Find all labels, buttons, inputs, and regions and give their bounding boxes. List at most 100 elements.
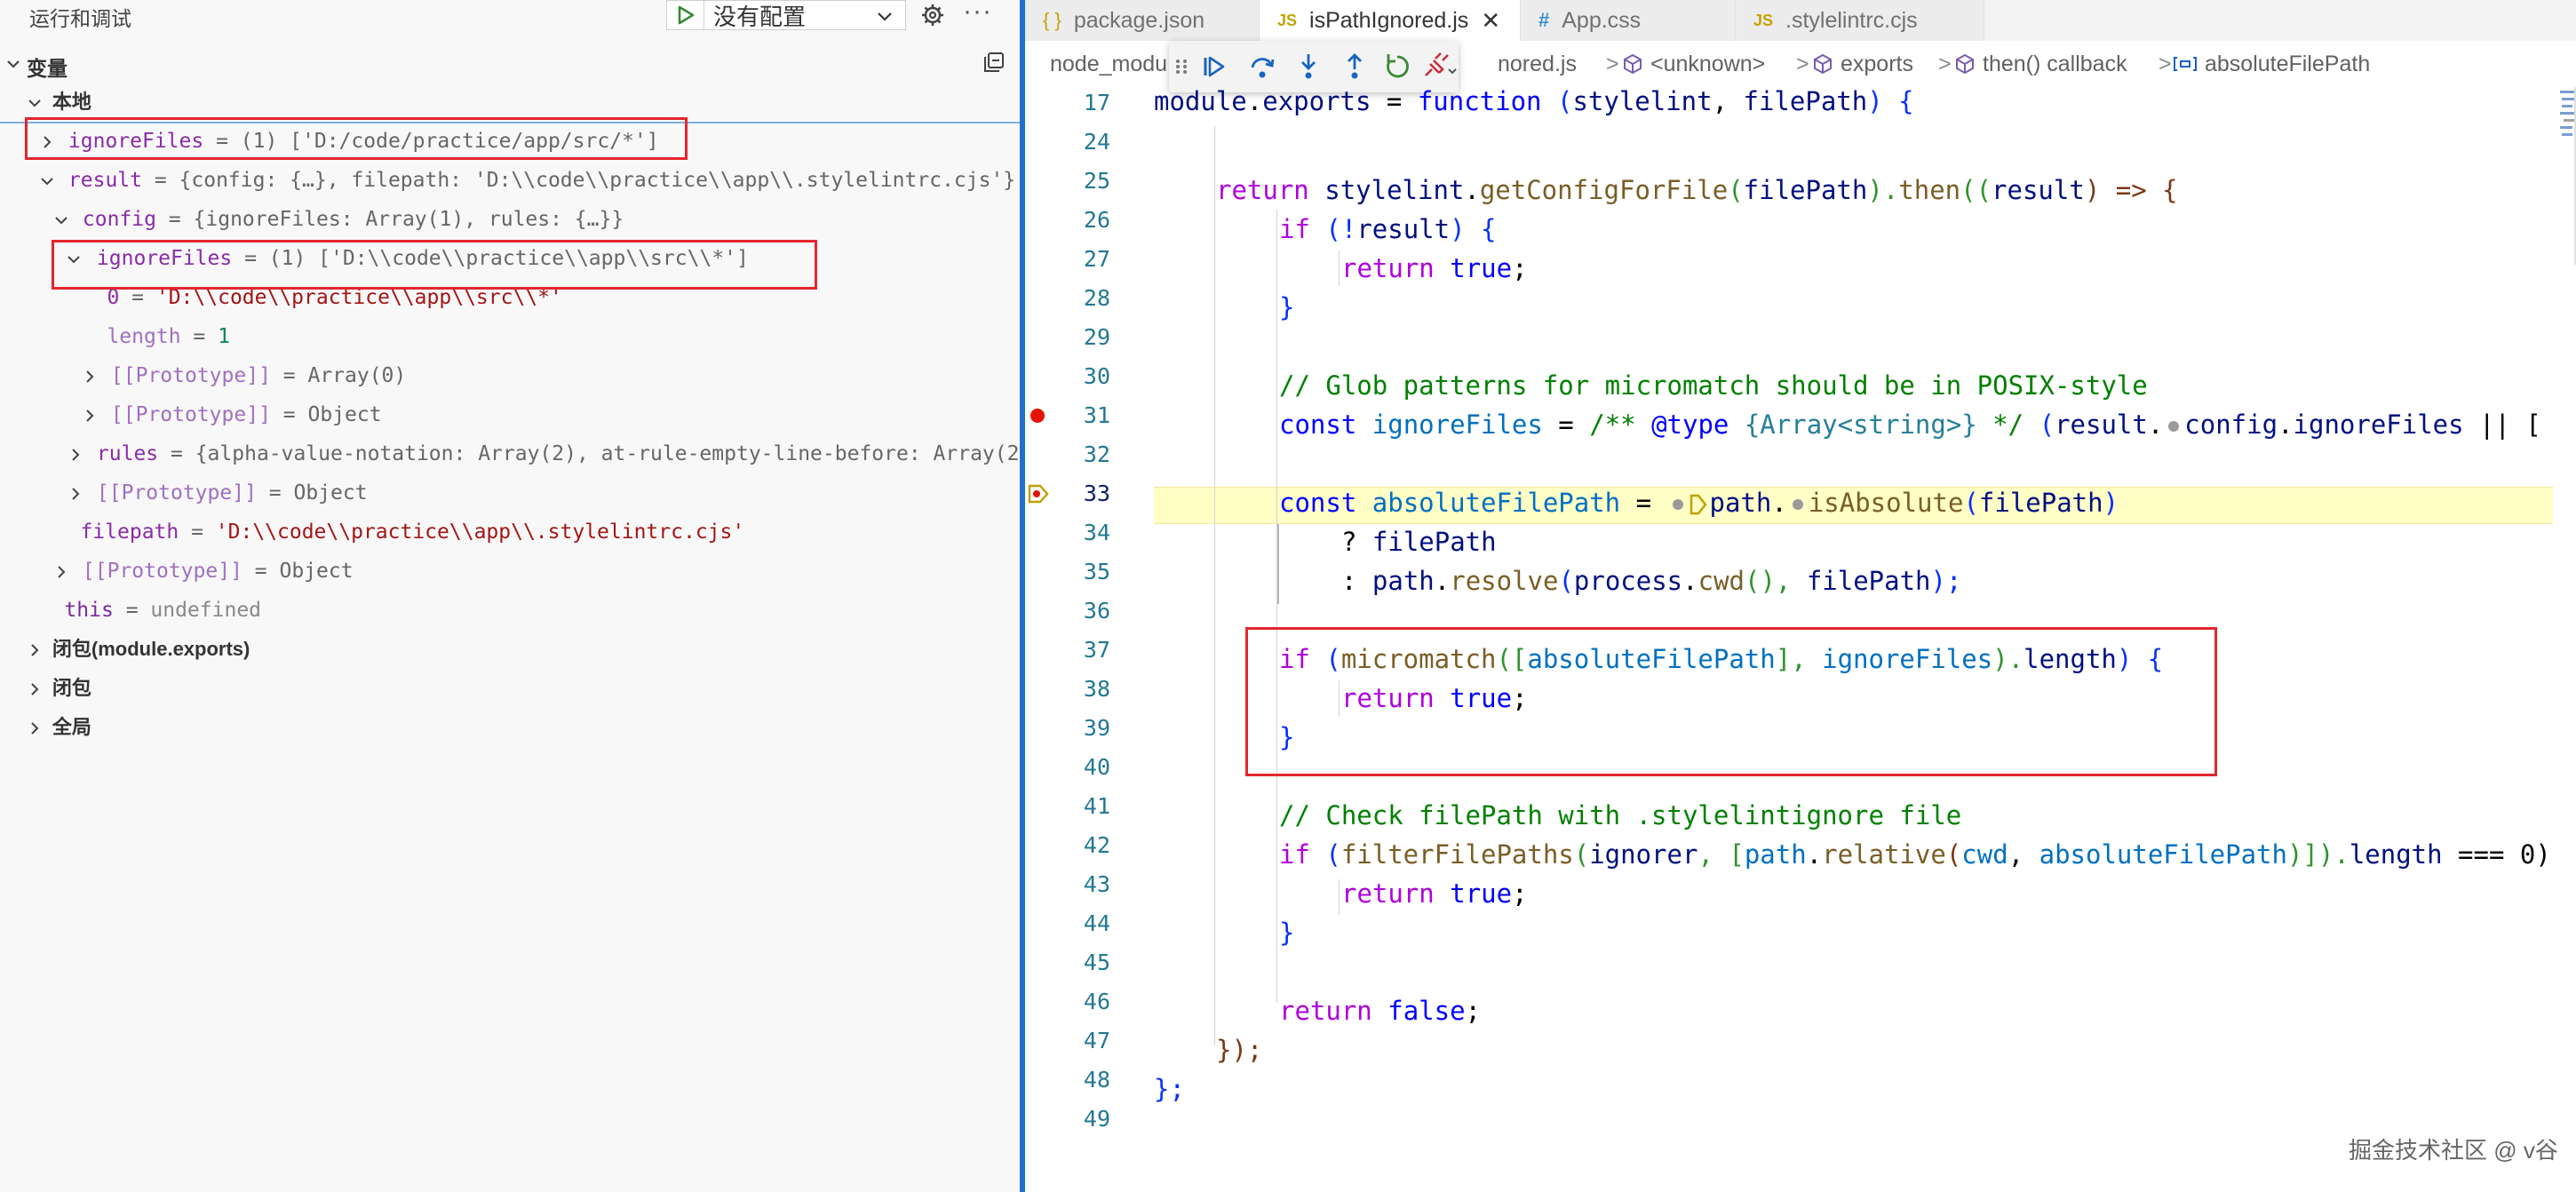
chevron-down-icon — [27, 84, 43, 120]
variable-name: ignoreFiles — [68, 130, 204, 153]
variable-ignorefiles[interactable]: ignoreFiles = (1) ['D:/code/practice/app… — [0, 123, 1020, 159]
chevron-right-icon — [68, 436, 83, 472]
chevron-right-icon — [82, 358, 98, 393]
tab-app-css[interactable]: # App.css — [1521, 0, 1736, 41]
js-file-icon: JS — [1277, 11, 1298, 29]
variable-name: 0 — [107, 286, 120, 309]
close-icon[interactable]: ✕ — [1481, 7, 1500, 35]
variable-prototype-object[interactable]: [[Prototype]] = Object — [0, 397, 1020, 433]
tab-ispathignored-js[interactable]: JS isPathIgnored.js ✕ — [1260, 0, 1521, 41]
minimap[interactable] — [2558, 87, 2576, 265]
collapse-all-icon[interactable] — [982, 51, 1006, 74]
variable-result[interactable]: result = {config: {…}, filepath: 'D:\\co… — [0, 163, 1020, 198]
chevron-down-icon — [53, 202, 69, 237]
variable-value: 1 — [218, 325, 230, 348]
breadcrumb-item[interactable]: <unknown> — [1650, 52, 1765, 77]
breadcrumb-item[interactable]: then() callback — [1983, 52, 2127, 77]
tab-label: .stylelintrc.cjs — [1785, 7, 1918, 33]
breadcrumb-separator: > — [1606, 52, 1619, 76]
line-number[interactable]: 24 — [1057, 123, 1110, 162]
chevron-right-icon — [68, 475, 83, 511]
variable-name: rules — [96, 442, 159, 465]
tab-package-json[interactable]: { } package.json — [1025, 0, 1260, 41]
tab-label: isPathIgnored.js — [1309, 7, 1469, 33]
code-line-39: } — [1279, 722, 1295, 752]
code-line-27: return true; — [1341, 253, 1528, 283]
chevron-right-icon — [27, 710, 43, 745]
breadcrumb-item[interactable]: absoluteFilePath — [2205, 52, 2370, 77]
restart-icon[interactable] — [1382, 52, 1412, 82]
debug-panel-header: 运行和调试 没有配置 ··· — [0, 0, 1020, 30]
scope-local[interactable]: 本地 — [0, 84, 1020, 120]
variable-config-prototype[interactable]: [[Prototype]] = Object — [0, 475, 1020, 511]
chevron-down-icon — [878, 12, 892, 21]
breadcrumb-item[interactable]: nored.js — [1498, 52, 1577, 77]
scope-global[interactable]: 全局 — [0, 710, 1020, 745]
variable-rules[interactable]: rules = {alpha-value-notation: Array(2),… — [0, 436, 1020, 472]
code-line-17: module.exports = function (stylelint, fi… — [1154, 86, 1914, 116]
continue-icon[interactable] — [1199, 52, 1229, 82]
breadcrumb-item[interactable]: node_modu — [1050, 52, 1167, 77]
code-line-42: if (filterFilePaths(ignorer, [path.relat… — [1279, 839, 2551, 870]
code-line-48: }; — [1154, 1074, 1185, 1104]
variable-length[interactable]: length = 1 — [0, 319, 1020, 354]
step-into-icon[interactable] — [1293, 52, 1324, 82]
variables-section-label: 变量 — [27, 57, 68, 80]
code-line-35: : path.resolve(process.cwd(), filePath); — [1341, 566, 1962, 596]
gear-icon[interactable] — [918, 2, 947, 28]
scope-closure-module-exports[interactable]: 闭包(module.exports) — [0, 632, 1020, 667]
inline-breakpoint-dot[interactable] — [2168, 421, 2180, 432]
code-line-26: if (!result) { — [1279, 214, 1497, 244]
variable-result-prototype[interactable]: [[Prototype]] = Object — [0, 553, 1020, 589]
launch-config-select[interactable]: 没有配置 — [704, 0, 906, 30]
start-debugging-button[interactable] — [666, 0, 704, 30]
variable-name: config — [82, 208, 156, 231]
variable-name: [[Prototype]] — [96, 481, 257, 505]
variable-index-0[interactable]: 0 = 'D:\\code\\practice\\app\\src\\*' — [0, 280, 1020, 315]
variable-value: {config: {…}, filepath: 'D:\\code\\pract… — [179, 169, 1016, 192]
inline-breakpoint-dot[interactable] — [1672, 499, 1683, 510]
step-over-icon[interactable] — [1247, 52, 1277, 82]
inline-stop-arrow-icon — [1690, 494, 1707, 515]
variable-name: [[Prototype]] — [110, 364, 271, 387]
variable-value: 'D:\\code\\practice\\app\\.stylelintrc.c… — [215, 521, 745, 544]
variable-filepath[interactable]: filepath = 'D:\\code\\practice\\app\\.st… — [0, 514, 1020, 550]
variable-name: [[Prototype]] — [110, 403, 271, 426]
symbol-variable-icon — [2174, 57, 2197, 71]
variable-name: filepath — [80, 521, 179, 544]
variable-value: (1) ['D:/code/practice/app/src/*'] — [240, 130, 659, 153]
step-out-icon[interactable] — [1340, 52, 1370, 82]
variable-prototype-array[interactable]: [[Prototype]] = Array(0) — [0, 358, 1020, 393]
code-line-47: }); — [1216, 1035, 1263, 1065]
code-line-43: return true; — [1341, 878, 1528, 909]
code-line-25: return stylelint.getConfigForFile(filePa… — [1216, 175, 2178, 205]
play-icon — [678, 5, 694, 25]
inline-breakpoint-dot[interactable] — [1792, 499, 1803, 510]
code-line-38: return true; — [1341, 683, 1528, 713]
variable-name: ignoreFiles — [96, 247, 233, 270]
symbol-module-icon — [1624, 53, 1642, 75]
chevron-down-icon — [39, 163, 55, 198]
variable-value: (1) ['D:\\code\\practice\\app\\src\\*'] — [268, 247, 749, 270]
variable-config-ignorefiles[interactable]: ignoreFiles = (1) ['D:\\code\\practice\\… — [0, 241, 1020, 276]
tab-stylelintrc-cjs[interactable]: JS .stylelintrc.cjs — [1736, 0, 1984, 41]
variables-section-header[interactable]: 变量 — [0, 49, 1020, 80]
more-actions-button[interactable]: ··· — [963, 0, 992, 27]
variable-name: [[Prototype]] — [82, 560, 242, 583]
js-file-icon: JS — [1753, 11, 1774, 29]
disconnect-icon[interactable] — [1421, 52, 1457, 82]
breadcrumb-item[interactable]: exports — [1841, 52, 1913, 77]
chevron-right-icon — [27, 671, 43, 706]
variable-this[interactable]: this = undefined — [0, 592, 1020, 628]
breadcrumb-separator: > — [1938, 52, 1952, 76]
watermark: 掘金技术社区 @ v谷 — [2349, 1137, 2558, 1164]
scope-closure[interactable]: 闭包 — [0, 671, 1020, 706]
breadcrumb-separator: > — [1796, 52, 1809, 76]
variable-value: Object — [307, 403, 382, 426]
chevron-down-icon — [66, 241, 82, 276]
drag-handle-icon[interactable] — [1173, 52, 1190, 82]
run-and-debug-panel: 运行和调试 没有配置 ··· 变量 本地 ignoreFiles = (1) [… — [0, 0, 1020, 1192]
variable-value: {alpha-value-notation: Array(2), at-rule… — [195, 442, 1020, 465]
chevron-right-icon — [39, 123, 55, 159]
variable-config[interactable]: config = {ignoreFiles: Array(1), rules: … — [0, 202, 1020, 237]
